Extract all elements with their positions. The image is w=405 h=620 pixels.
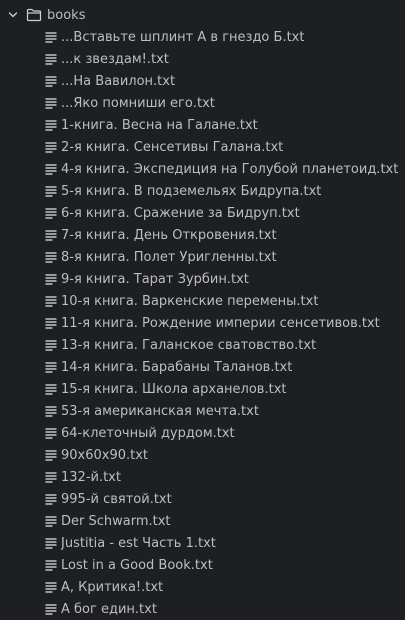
file-label: 2-я книга. Сенсетивы Галана.txt (61, 139, 284, 155)
file-item[interactable]: ...к звездам!.txt (0, 48, 405, 70)
file-label: 11-я книга. Рождение империи сенсетивов.… (61, 315, 380, 331)
file-item[interactable]: 995-й святой.txt (0, 488, 405, 510)
file-item[interactable]: Der Schwarm.txt (0, 510, 405, 532)
text-file-icon (43, 29, 59, 45)
file-item[interactable]: 5-я книга. В подземельях Бидрупа.txt (0, 180, 405, 202)
text-file-icon (43, 403, 59, 419)
text-file-icon (43, 425, 59, 441)
file-item[interactable]: 10-я книга. Варкенские перемены.txt (0, 290, 405, 312)
text-file-icon (43, 139, 59, 155)
folder-label: books (47, 7, 86, 23)
file-item[interactable]: 13-я книга. Галанское сватовство.txt (0, 334, 405, 356)
file-item[interactable]: 6-я книга. Сражение за Бидруп.txt (0, 202, 405, 224)
file-list: ...Вставьте шплинт А в гнездо Б.txt ...к … (0, 26, 405, 620)
file-item[interactable]: ...На Вавилон.txt (0, 70, 405, 92)
file-label: 5-я книга. В подземельях Бидрупа.txt (61, 183, 322, 199)
file-item[interactable]: 15-я книга. Школа арханелов.txt (0, 378, 405, 400)
file-label: 53-я американская мечта.txt (61, 403, 259, 419)
file-label: 90х60х90.txt (61, 447, 149, 463)
file-label: 995-й святой.txt (61, 491, 172, 507)
file-label: ...На Вавилон.txt (61, 73, 176, 89)
text-file-icon (43, 513, 59, 529)
text-file-icon (43, 315, 59, 331)
file-label: 13-я книга. Галанское сватовство.txt (61, 337, 317, 353)
file-label: 6-я книга. Сражение за Бидруп.txt (61, 205, 300, 221)
text-file-icon (43, 557, 59, 573)
file-label: 1-книга. Весна на Галане.txt (61, 117, 258, 133)
text-file-icon (43, 271, 59, 287)
file-label: Der Schwarm.txt (61, 513, 171, 529)
text-file-icon (43, 381, 59, 397)
file-label: Justitia - est Часть 1.txt (61, 535, 216, 551)
text-file-icon (43, 183, 59, 199)
chevron-down-icon[interactable] (6, 8, 20, 22)
file-item[interactable]: 7-я книга. День Откровения.txt (0, 224, 405, 246)
file-label: 14-я книга. Барабаны Таланов.txt (61, 359, 293, 375)
file-label: 10-я книга. Варкенские перемены.txt (61, 293, 319, 309)
text-file-icon (43, 161, 59, 177)
file-item[interactable]: 64-клеточный дурдом.txt (0, 422, 405, 444)
file-label: 64-клеточный дурдом.txt (61, 425, 235, 441)
file-label: 132-й.txt (61, 469, 121, 485)
text-file-icon (43, 73, 59, 89)
text-file-icon (43, 293, 59, 309)
file-item[interactable]: ...Вставьте шплинт А в гнездо Б.txt (0, 26, 405, 48)
file-label: 7-я книга. День Откровения.txt (61, 227, 277, 243)
file-item[interactable]: Justitia - est Часть 1.txt (0, 532, 405, 554)
text-file-icon (43, 491, 59, 507)
text-file-icon (43, 95, 59, 111)
file-label: Lost in a Good Book.txt (61, 557, 213, 573)
text-file-icon (43, 579, 59, 595)
text-file-icon (43, 535, 59, 551)
project-tree: books ...Вставьте шплинт А в гнездо Б.tx… (0, 4, 405, 620)
text-file-icon (43, 447, 59, 463)
file-label: ...к звездам!.txt (61, 51, 169, 67)
file-label: ...Вставьте шплинт А в гнездо Б.txt (61, 29, 305, 45)
text-file-icon (43, 117, 59, 133)
file-item[interactable]: 53-я американская мечта.txt (0, 400, 405, 422)
text-file-icon (43, 469, 59, 485)
file-label: 15-я книга. Школа арханелов.txt (61, 381, 287, 397)
text-file-icon (43, 227, 59, 243)
text-file-icon (43, 601, 59, 617)
file-item[interactable]: 2-я книга. Сенсетивы Галана.txt (0, 136, 405, 158)
file-label: 8-я книга. Полет Уригленны.txt (61, 249, 277, 265)
file-item[interactable]: 1-книга. Весна на Галане.txt (0, 114, 405, 136)
folder-books[interactable]: books (0, 4, 405, 26)
text-file-icon (43, 205, 59, 221)
file-label: ...Яко помниши его.txt (61, 95, 215, 111)
file-item[interactable]: А, Критика!.txt (0, 576, 405, 598)
file-item[interactable]: Lost in a Good Book.txt (0, 554, 405, 576)
text-file-icon (43, 337, 59, 353)
text-file-icon (43, 51, 59, 67)
file-label: 4-я книга. Экспедиция на Голубой плането… (61, 161, 399, 177)
file-item[interactable]: 4-я книга. Экспедиция на Голубой плането… (0, 158, 405, 180)
file-item[interactable]: 11-я книга. Рождение империи сенсетивов.… (0, 312, 405, 334)
file-label: А бог един.txt (61, 601, 157, 617)
file-item[interactable]: 132-й.txt (0, 466, 405, 488)
text-file-icon (43, 359, 59, 375)
file-item[interactable]: ...Яко помниши его.txt (0, 92, 405, 114)
file-label: А, Критика!.txt (61, 579, 164, 595)
file-label: 9-я книга. Тарат Зурбин.txt (61, 271, 249, 287)
text-file-icon (43, 249, 59, 265)
folder-icon (26, 7, 42, 23)
file-item[interactable]: 9-я книга. Тарат Зурбин.txt (0, 268, 405, 290)
file-item[interactable]: 14-я книга. Барабаны Таланов.txt (0, 356, 405, 378)
file-item[interactable]: 8-я книга. Полет Уригленны.txt (0, 246, 405, 268)
file-item[interactable]: А бог един.txt (0, 598, 405, 620)
file-item[interactable]: 90х60х90.txt (0, 444, 405, 466)
